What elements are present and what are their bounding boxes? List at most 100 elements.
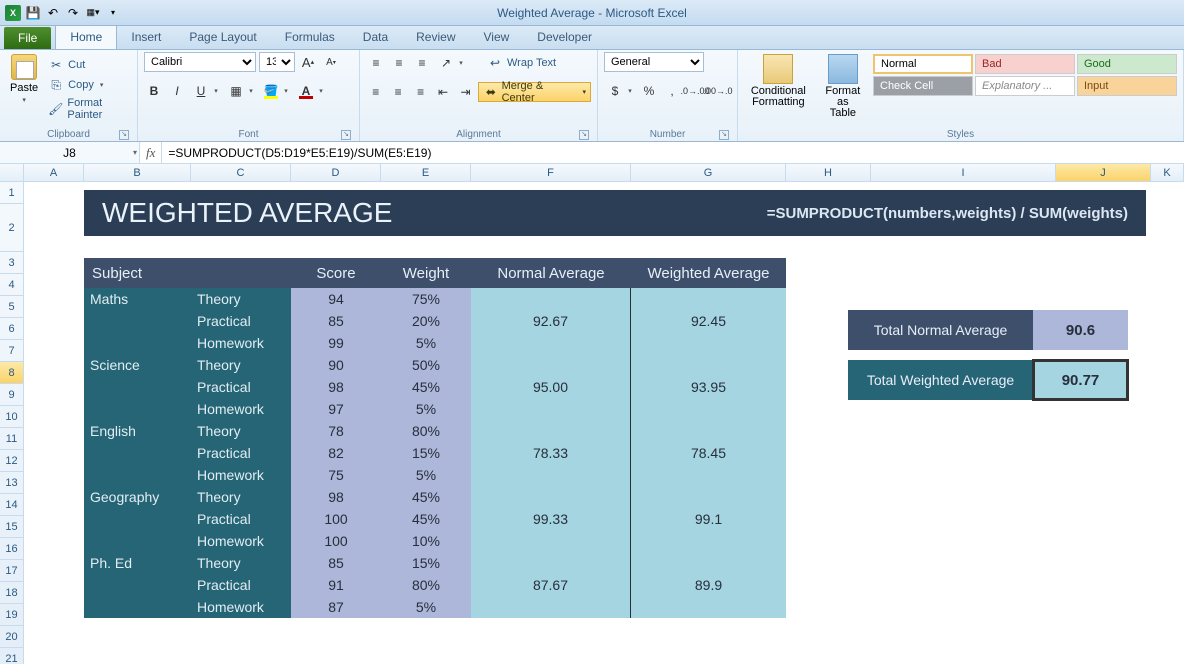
- row-header-3[interactable]: 3: [0, 252, 23, 274]
- font-size-combo[interactable]: 13: [259, 52, 295, 72]
- row-header-20[interactable]: 20: [0, 626, 23, 648]
- align-bottom-button[interactable]: ≡: [412, 53, 432, 73]
- col-header-H[interactable]: H: [786, 164, 871, 181]
- fx-icon[interactable]: fx: [146, 145, 155, 161]
- orientation-button[interactable]: ↗▾: [435, 52, 467, 74]
- format-painter-button[interactable]: 🖌Format Painter: [46, 96, 131, 122]
- row-header-16[interactable]: 16: [0, 538, 23, 560]
- cell-styles-gallery[interactable]: Normal Bad Good Check Cell Explanatory .…: [873, 52, 1177, 96]
- row-header-2[interactable]: 2: [0, 204, 23, 252]
- comma-button[interactable]: ,: [662, 81, 682, 101]
- font-color-button[interactable]: A▾: [295, 80, 327, 102]
- worksheet-grid[interactable]: ABCDEFGHIJK 1234567891011121314151617181…: [0, 164, 1184, 664]
- col-header-I[interactable]: I: [871, 164, 1056, 181]
- tab-review[interactable]: Review: [402, 25, 469, 49]
- row-header-5[interactable]: 5: [0, 296, 23, 318]
- row-header-6[interactable]: 6: [0, 318, 23, 340]
- tab-home[interactable]: Home: [55, 24, 117, 49]
- clipboard-launcher[interactable]: ↘: [119, 130, 129, 140]
- select-all-corner[interactable]: [0, 164, 24, 181]
- tab-insert[interactable]: Insert: [117, 25, 175, 49]
- total-weighted-value[interactable]: 90.77: [1033, 360, 1128, 400]
- row-header-19[interactable]: 19: [0, 604, 23, 626]
- name-box[interactable]: J8▾: [0, 142, 140, 163]
- tab-page-layout[interactable]: Page Layout: [175, 25, 270, 49]
- conditional-formatting-button[interactable]: Conditional Formatting: [744, 52, 813, 110]
- number-launcher[interactable]: ↘: [719, 130, 729, 140]
- row-header-17[interactable]: 17: [0, 560, 23, 582]
- align-middle-button[interactable]: ≡: [389, 53, 409, 73]
- row-header-15[interactable]: 15: [0, 516, 23, 538]
- style-explanatory[interactable]: Explanatory ...: [975, 76, 1075, 96]
- col-header-D[interactable]: D: [291, 164, 381, 181]
- increase-indent-button[interactable]: ⇥: [456, 82, 475, 102]
- style-normal[interactable]: Normal: [873, 54, 973, 74]
- decrease-decimal-button[interactable]: .00→.0: [708, 81, 728, 101]
- row-header-9[interactable]: 9: [0, 384, 23, 406]
- font-launcher[interactable]: ↘: [341, 130, 351, 140]
- col-header-A[interactable]: A: [24, 164, 84, 181]
- bold-button[interactable]: B: [144, 81, 164, 101]
- tab-view[interactable]: View: [470, 25, 524, 49]
- italic-button[interactable]: I: [167, 81, 187, 101]
- shrink-font-button[interactable]: A▾: [321, 52, 341, 72]
- tab-formulas[interactable]: Formulas: [271, 25, 349, 49]
- redo-icon[interactable]: ↷: [64, 4, 82, 22]
- row-header-12[interactable]: 12: [0, 450, 23, 472]
- col-header-C[interactable]: C: [191, 164, 291, 181]
- align-left-button[interactable]: ≡: [366, 82, 385, 102]
- cut-button[interactable]: ✂Cut: [46, 56, 131, 74]
- col-header-K[interactable]: K: [1151, 164, 1184, 181]
- tab-data[interactable]: Data: [349, 25, 402, 49]
- row-header-11[interactable]: 11: [0, 428, 23, 450]
- file-tab[interactable]: File: [4, 27, 51, 49]
- underline-button[interactable]: U▾: [190, 80, 222, 102]
- row-header-1[interactable]: 1: [0, 182, 23, 204]
- font-name-combo[interactable]: Calibri: [144, 52, 256, 72]
- paste-button[interactable]: Paste ▾: [6, 52, 42, 106]
- copy-button[interactable]: ⎘Copy▾: [46, 76, 131, 94]
- style-check-cell[interactable]: Check Cell: [873, 76, 973, 96]
- col-header-B[interactable]: B: [84, 164, 191, 181]
- number-format-combo[interactable]: General: [604, 52, 704, 72]
- row-header-10[interactable]: 10: [0, 406, 23, 428]
- col-header-J[interactable]: J: [1056, 164, 1151, 181]
- qat-more-icon[interactable]: ▦▾: [84, 4, 102, 22]
- tab-developer[interactable]: Developer: [523, 25, 606, 49]
- formula-bar[interactable]: =SUMPRODUCT(D5:D19*E5:E19)/SUM(E5:E19): [162, 142, 1184, 163]
- increase-decimal-button[interactable]: .0→.00: [685, 81, 705, 101]
- excel-icon[interactable]: X: [4, 4, 22, 22]
- style-good[interactable]: Good: [1077, 54, 1177, 74]
- borders-button[interactable]: ▦▾: [225, 80, 257, 102]
- score-cell: 85: [291, 310, 381, 332]
- qat-customize-icon[interactable]: ▾: [104, 4, 122, 22]
- wrap-text-button[interactable]: ↩Wrap Text: [485, 54, 558, 72]
- row-header-18[interactable]: 18: [0, 582, 23, 604]
- save-icon[interactable]: 💾: [24, 4, 42, 22]
- merge-center-button[interactable]: ⬌Merge & Center▾: [478, 82, 591, 102]
- format-as-table-button[interactable]: Format as Table: [817, 52, 869, 121]
- col-header-F[interactable]: F: [471, 164, 631, 181]
- conditional-formatting-icon: [763, 54, 793, 84]
- alignment-launcher[interactable]: ↘: [579, 130, 589, 140]
- row-header-4[interactable]: 4: [0, 274, 23, 296]
- align-center-button[interactable]: ≡: [388, 82, 407, 102]
- align-right-button[interactable]: ≡: [411, 82, 430, 102]
- col-header-G[interactable]: G: [631, 164, 786, 181]
- row-header-8[interactable]: 8: [0, 362, 23, 384]
- decrease-indent-button[interactable]: ⇤: [433, 82, 452, 102]
- row-header-13[interactable]: 13: [0, 472, 23, 494]
- undo-icon[interactable]: ↶: [44, 4, 62, 22]
- cells-area[interactable]: WEIGHTED AVERAGE =SUMPRODUCT(numbers,wei…: [24, 182, 1184, 664]
- style-input[interactable]: Input: [1077, 76, 1177, 96]
- style-bad[interactable]: Bad: [975, 54, 1075, 74]
- percent-button[interactable]: %: [639, 81, 659, 101]
- align-top-button[interactable]: ≡: [366, 53, 386, 73]
- grow-font-button[interactable]: A▴: [298, 52, 318, 72]
- row-header-14[interactable]: 14: [0, 494, 23, 516]
- row-header-21[interactable]: 21: [0, 648, 23, 664]
- fill-color-button[interactable]: 🪣▾: [260, 80, 292, 102]
- accounting-button[interactable]: $▾: [604, 80, 636, 102]
- col-header-E[interactable]: E: [381, 164, 471, 181]
- row-header-7[interactable]: 7: [0, 340, 23, 362]
